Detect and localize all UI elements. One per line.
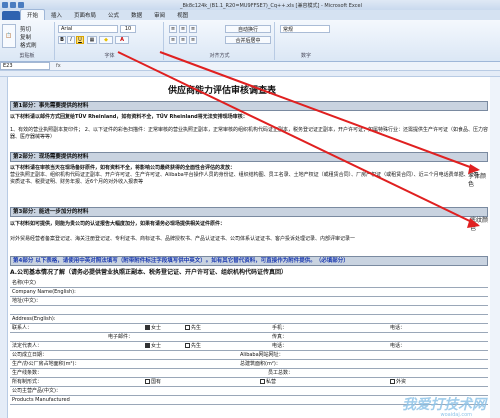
arrowhead-icon [467,218,480,228]
annotation-arrows [117,51,480,228]
arrow-to-font-color [159,51,479,171]
arrowhead-icon [468,164,480,174]
arrow-to-fill-color [117,51,479,226]
